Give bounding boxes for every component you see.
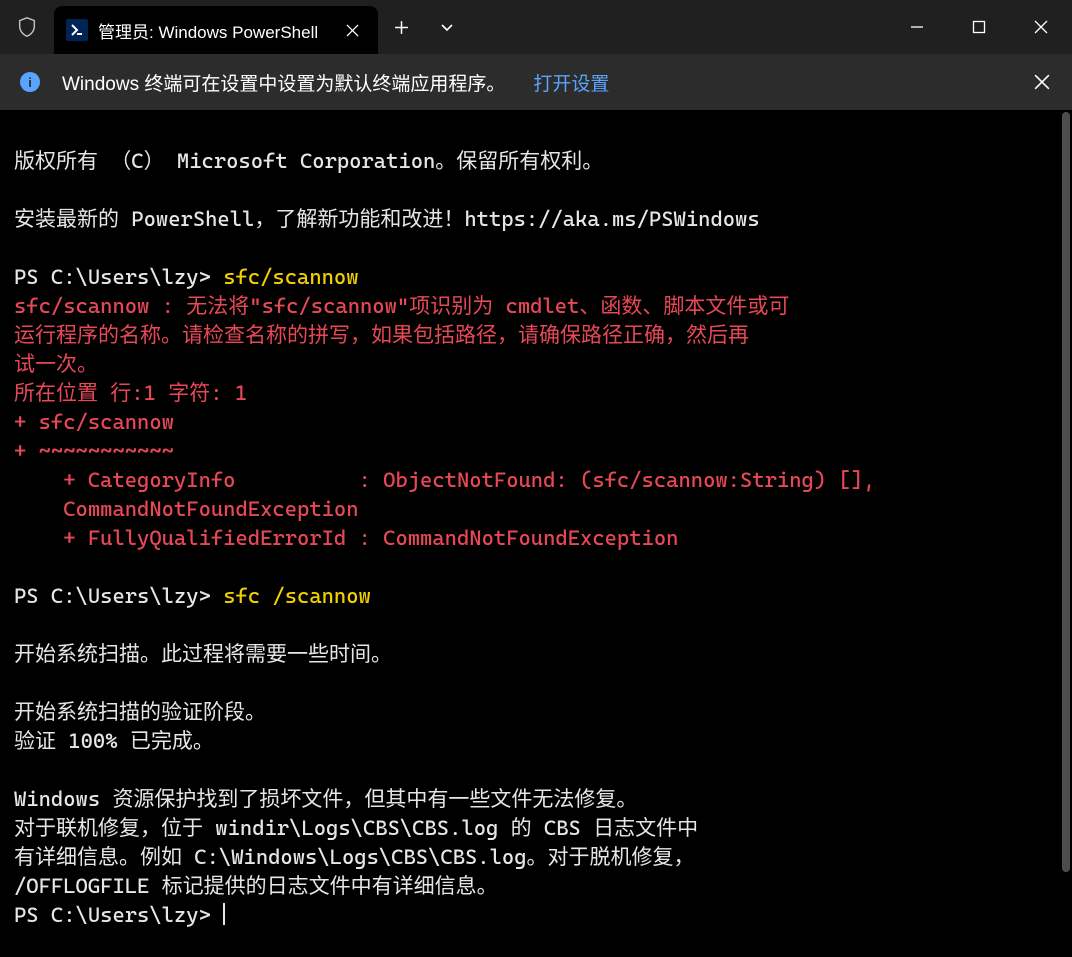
error-line: 运行程序的名称。请检查名称的拼写，如果包括路径，请确保路径正确，然后再	[14, 323, 749, 347]
error-line: + FullyQualifiedErrorId : CommandNotFoun…	[14, 526, 678, 550]
notice-close-button[interactable]	[1012, 74, 1072, 90]
maximize-button[interactable]	[948, 0, 1010, 54]
terminal-line: 安装最新的 PowerShell，了解新功能和改进！https://aka.ms…	[14, 207, 760, 231]
error-line: 试一次。	[14, 352, 98, 376]
window-close-button[interactable]	[1010, 0, 1072, 54]
tab-title: 管理员: Windows PowerShell	[98, 18, 330, 43]
error-line: + CategoryInfo : ObjectNotFound: (sfc/sc…	[14, 468, 875, 492]
terminal-line: 版权所有 （C） Microsoft Corporation。保留所有权利。	[14, 149, 603, 173]
prompt: PS C:\Users\lzy>	[14, 903, 223, 927]
prompt: PS C:\Users\lzy>	[14, 265, 223, 289]
minimize-button[interactable]	[886, 0, 948, 54]
terminal-line: 开始系统扫描的验证阶段。	[14, 700, 266, 724]
tab-close-button[interactable]	[338, 16, 366, 44]
powershell-icon	[66, 19, 88, 41]
scrollbar-thumb[interactable]	[1062, 112, 1070, 872]
terminal-area[interactable]: 版权所有 （C） Microsoft Corporation。保留所有权利。 安…	[0, 110, 1072, 950]
title-bar: 管理员: Windows PowerShell	[0, 0, 1072, 54]
tab-active[interactable]: 管理员: Windows PowerShell	[54, 6, 378, 54]
terminal-cursor	[223, 903, 225, 925]
info-icon: i	[20, 72, 40, 92]
open-settings-link[interactable]: 打开设置	[533, 69, 609, 96]
new-tab-button[interactable]	[378, 0, 424, 54]
terminal-line: 开始系统扫描。此过程将需要一些时间。	[14, 642, 392, 666]
terminal-line: 对于联机修复，位于 windir\Logs\CBS\CBS.log 的 CBS …	[14, 816, 698, 840]
error-line: CommandNotFoundException	[14, 497, 359, 521]
error-line: + sfc/scannow	[14, 410, 174, 434]
command-text: sfc /scannow	[223, 584, 371, 608]
prompt: PS C:\Users\lzy>	[14, 584, 223, 608]
terminal-line: 有详细信息。例如 C:\Windows\Logs\CBS\CBS.log。对于脱…	[14, 845, 695, 869]
notice-text: Windows 终端可在设置中设置为默认终端应用程序。	[62, 69, 505, 96]
terminal-line: Windows 资源保护找到了损坏文件，但其中有一些文件无法修复。	[14, 787, 637, 811]
error-line: sfc/scannow : 无法将"sfc/scannow"项识别为 cmdle…	[14, 294, 789, 318]
terminal-line: 验证 100% 已完成。	[14, 729, 214, 753]
command-text: sfc/scannow	[223, 265, 358, 289]
tab-dropdown-button[interactable]	[424, 0, 470, 54]
notice-bar: i Windows 终端可在设置中设置为默认终端应用程序。 打开设置	[0, 54, 1072, 110]
error-line: + ~~~~~~~~~~~	[14, 439, 174, 463]
titlebar-drag-area[interactable]	[470, 0, 886, 54]
error-line: 所在位置 行:1 字符: 1	[14, 381, 247, 405]
terminal-line: /OFFLOGFILE 标记提供的日志文件中有详细信息。	[14, 874, 498, 898]
admin-shield-icon	[0, 0, 54, 54]
